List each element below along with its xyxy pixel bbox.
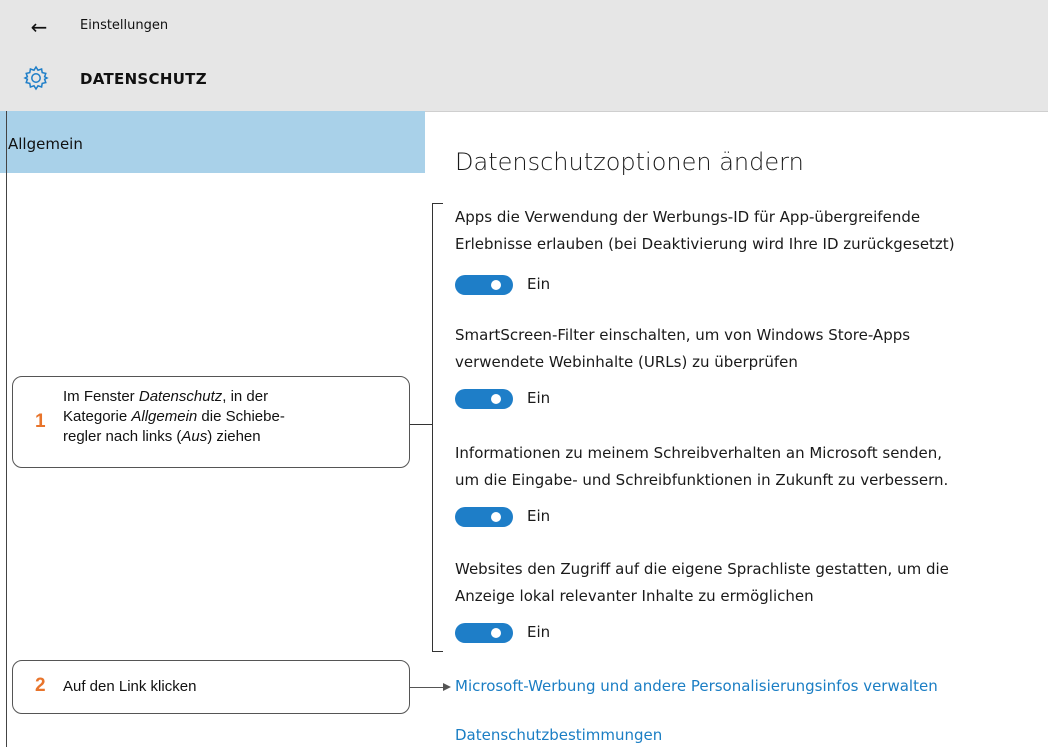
option-text-line: Apps die Verwendung der Werbungs-ID für … [455, 208, 921, 226]
option-text-line: SmartScreen-Filter einschalten, um von W… [455, 326, 911, 344]
toggle-state-label: Ein [527, 623, 551, 641]
callout-step-1: 1 Im Fenster Datenschutz, in der Kategor… [12, 376, 410, 468]
option-advertising-id-text: Apps die Verwendung der Werbungs-ID für … [455, 204, 1035, 258]
callout-step-2: 2 Auf den Link klicken [12, 660, 410, 714]
toggle-language-list[interactable] [455, 623, 513, 643]
option-text-line: Websites den Zugriff auf die eigene Spra… [455, 560, 949, 578]
callout-arrow-line [409, 687, 447, 688]
callout-line: regler nach links (Aus) ziehen [63, 427, 285, 447]
option-text-line: Erlebnisse erlauben (bei Deaktivierung w… [455, 235, 955, 253]
option-text-line: Anzeige lokal relevanter Inhalte zu ermö… [455, 587, 814, 605]
callout-text-part: die Schiebe- [197, 408, 285, 425]
option-text-line: verwendete Webinhalte (URLs) zu überprüf… [455, 353, 798, 371]
callout-text-part: ) ziehen [207, 428, 261, 445]
toggle-typing-info[interactable] [455, 507, 513, 527]
toggle-advertising-id[interactable] [455, 275, 513, 295]
callout-text: Im Fenster Datenschutz, in der Kategorie… [63, 387, 285, 447]
toggle-state-label: Ein [527, 389, 551, 407]
gear-icon [23, 65, 49, 91]
toggle-track [455, 507, 513, 527]
callout-text-part: Kategorie [63, 408, 132, 425]
callout-connector-line [409, 424, 433, 425]
callout-text-part: Im Fenster [63, 388, 139, 405]
toggle-track [455, 389, 513, 409]
option-language-list-text: Websites den Zugriff auf die eigene Spra… [455, 556, 1035, 610]
arrow-right-icon [443, 683, 451, 691]
callout-line: Kategorie Allgemein die Schiebe- [63, 407, 285, 427]
toggle-track [455, 623, 513, 643]
toggle-state-label: Ein [527, 507, 551, 525]
toggle-knob [491, 280, 501, 290]
callout-text-italic: Datenschutz [138, 388, 223, 405]
callout-number: 1 [35, 411, 46, 432]
option-smartscreen-text: SmartScreen-Filter einschalten, um von W… [455, 322, 1035, 376]
callout-number: 2 [35, 675, 46, 696]
toggle-knob [491, 394, 501, 404]
app-title: Einstellungen [80, 18, 169, 33]
page-heading: DATENSCHUTZ [80, 70, 207, 88]
callout-bracket [432, 203, 443, 652]
option-text-line: Informationen zu meinem Schreibverhalten… [455, 444, 942, 462]
callout-text-part: regler nach links ( [63, 428, 182, 445]
sidebar-item-label: Allgemein [8, 135, 83, 153]
toggle-knob [491, 628, 501, 638]
sidebar-item-allgemein[interactable]: Allgemein [0, 111, 425, 173]
callout-text-italic: Allgemein [131, 408, 198, 425]
left-border-line [6, 111, 7, 747]
callout-text-italic: Aus [181, 428, 208, 445]
arrow-left-icon: ← [30, 15, 48, 39]
option-typing-info-text: Informationen zu meinem Schreibverhalten… [455, 440, 1035, 494]
toggle-state-label: Ein [527, 275, 551, 293]
toggle-track [455, 275, 513, 295]
link-manage-advertising[interactable]: Microsoft-Werbung und andere Personalisi… [455, 677, 938, 695]
toggle-knob [491, 512, 501, 522]
back-button[interactable]: ← [26, 14, 52, 40]
title-bar: ← Einstellungen DATENSCHUTZ [0, 0, 1048, 112]
toggle-smartscreen[interactable] [455, 389, 513, 409]
content-title: Datenschutzoptionen ändern [455, 148, 804, 176]
option-text-line: um die Eingabe- und Schreibfunktionen in… [455, 471, 949, 489]
link-privacy-statement[interactable]: Datenschutzbestimmungen [455, 726, 662, 744]
callout-text-part: , in der [222, 388, 269, 405]
callout-line: Im Fenster Datenschutz, in der [63, 387, 285, 407]
callout-text: Auf den Link klicken [63, 678, 197, 695]
